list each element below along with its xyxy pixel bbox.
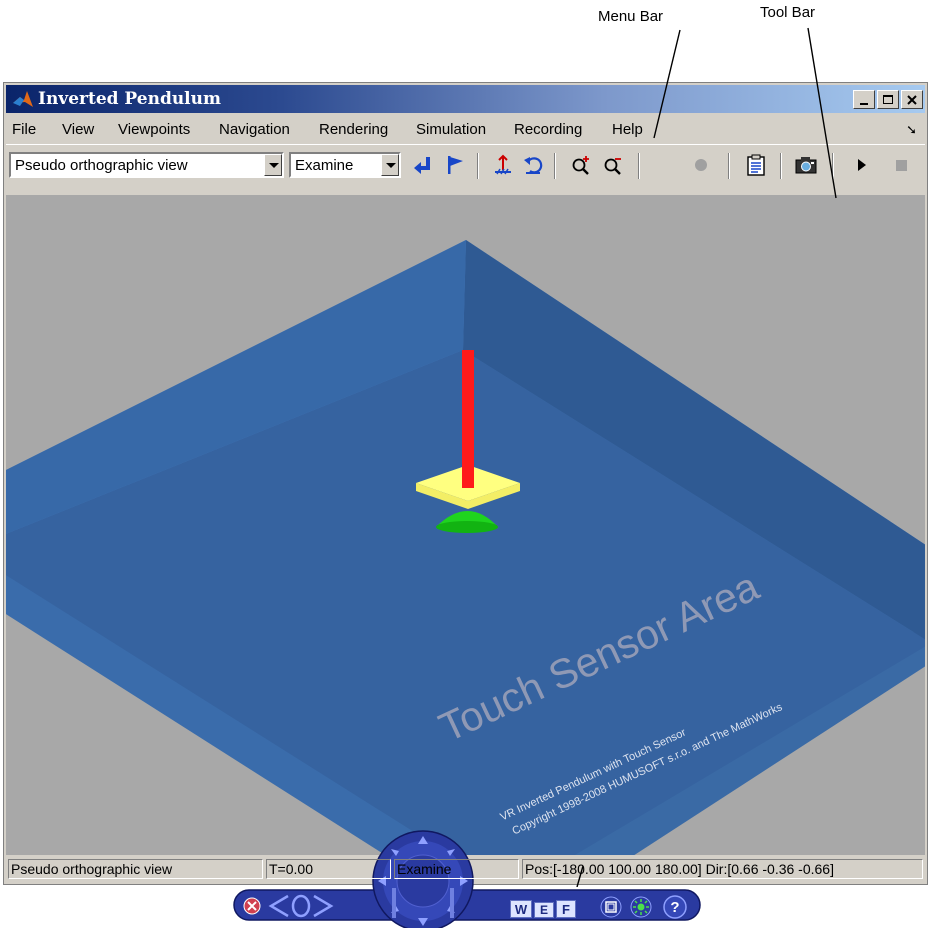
scene-render [6, 240, 925, 855]
flag-icon [448, 156, 463, 174]
toolbar-separator [554, 153, 556, 179]
3d-scene-viewport[interactable]: Touch Sensor Area VR Inverted Pendulum w… [6, 195, 925, 855]
record-button[interactable] [686, 153, 716, 177]
headlight-icon[interactable] [630, 896, 652, 918]
status-navigation-mode: Examine [394, 859, 519, 879]
navigation-mode-select[interactable]: Examine [289, 152, 401, 178]
zoom-in-icon [572, 156, 589, 175]
matlab-logo-icon [13, 91, 33, 107]
return-icon [414, 157, 430, 174]
status-time: T=0.00 [266, 859, 391, 879]
stop-icon [896, 160, 907, 171]
examine-mode-button[interactable]: E [534, 902, 554, 918]
play-icon [858, 159, 866, 171]
title-bar: Inverted Pendulum [6, 85, 925, 113]
start-simulation-button[interactable] [846, 153, 876, 177]
menu-view[interactable]: View [62, 121, 94, 138]
menu-simulation[interactable]: Simulation [416, 121, 486, 138]
toolbar-separator [832, 153, 834, 179]
record-icon [695, 159, 707, 171]
undo-move-button[interactable] [518, 153, 548, 177]
minimize-button[interactable] [853, 90, 875, 109]
close-button[interactable] [901, 90, 923, 109]
viewpoint-select[interactable]: Pseudo orthographic view [9, 152, 284, 178]
help-icon[interactable]: ? [662, 894, 688, 920]
menu-bar-annotation: Menu Bar [598, 8, 664, 25]
clipboard-icon [747, 154, 765, 176]
minimize-icon [860, 102, 868, 105]
window-title: Inverted Pendulum [38, 89, 221, 109]
application-window: Inverted Pendulum File View Viewpoints N… [3, 82, 928, 928]
menu-chevron-icon[interactable]: ➘ [906, 122, 917, 138]
status-position-direction: Pos:[-180.00 100.00 180.00] Dir:[0.66 -0… [522, 859, 923, 879]
camera-icon [795, 157, 817, 174]
menu-file[interactable]: File [12, 121, 36, 138]
capture-frame-button[interactable] [791, 153, 821, 177]
copy-to-clipboard-button[interactable] [741, 153, 771, 177]
menu-bar: File View Viewpoints Navigation Renderin… [6, 116, 925, 142]
zoom-out-button[interactable] [598, 153, 628, 177]
chevron-down-icon[interactable] [264, 154, 282, 176]
status-bar: Pseudo orthographic view T=0.00 Examine … [6, 858, 925, 880]
zoom-out-icon [604, 158, 621, 175]
right-arrow-icon[interactable] [312, 894, 334, 918]
create-viewpoint-button[interactable] [440, 153, 470, 177]
toolbar-separator [477, 153, 479, 179]
straighten-icon[interactable] [600, 896, 622, 918]
tool-bar: Pseudo orthographic view Examine [6, 144, 925, 183]
stop-simulation-button[interactable] [886, 153, 916, 177]
pendulum-cone-base [436, 521, 498, 533]
left-arrow-icon[interactable] [268, 894, 290, 918]
maximize-icon [883, 94, 893, 104]
navigation-mode-value: Examine [295, 157, 354, 174]
maximize-button[interactable] [877, 90, 899, 109]
menu-navigation[interactable]: Navigation [219, 121, 290, 138]
close-icon[interactable] [242, 896, 262, 916]
toolbar-separator [638, 153, 640, 179]
menu-help[interactable]: Help [612, 121, 643, 138]
status-viewpoint: Pseudo orthographic view [8, 859, 263, 879]
close-icon [907, 94, 917, 105]
svg-text:?: ? [670, 899, 679, 916]
straighten-icon [495, 154, 511, 175]
zoom-in-button[interactable] [566, 153, 596, 177]
menu-rendering[interactable]: Rendering [319, 121, 388, 138]
toolbar-separator [728, 153, 730, 179]
menu-recording[interactable]: Recording [514, 121, 582, 138]
viewpoint-select-value: Pseudo orthographic view [15, 157, 188, 174]
return-to-viewpoint-button[interactable] [408, 153, 438, 177]
toolbar-separator [780, 153, 782, 179]
straighten-up-button[interactable] [488, 153, 518, 177]
turn-icon[interactable] [290, 894, 312, 918]
chevron-down-icon[interactable] [381, 154, 399, 176]
menu-viewpoints[interactable]: Viewpoints [118, 121, 190, 138]
fly-mode-button[interactable]: F [556, 900, 576, 918]
tool-bar-annotation: Tool Bar [760, 4, 816, 21]
undo-move-icon [524, 157, 543, 174]
walk-mode-button[interactable]: W [510, 900, 532, 918]
pendulum-rod [462, 350, 474, 488]
